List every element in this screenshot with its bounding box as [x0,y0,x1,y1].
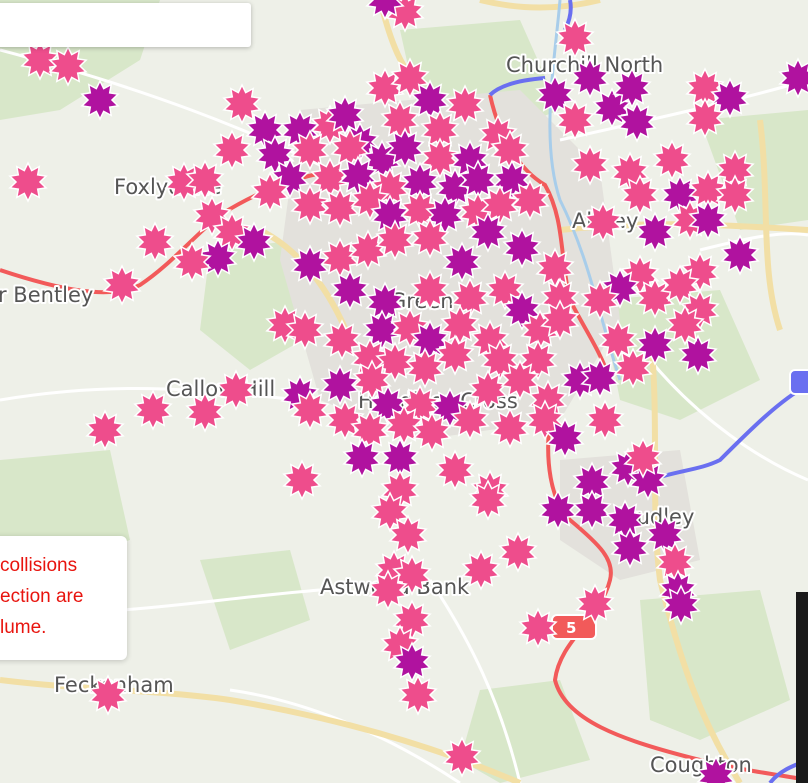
map-canvas[interactable]: 5 Churchill North Foxlydiate r Bentley G… [0,0,808,783]
info-panel: collisions ection are lume. [0,536,127,660]
road-shield: 5 [551,614,597,640]
info-line-3: lume. [0,617,47,638]
motorway-shield [789,369,808,395]
info-line-1: collisions [0,555,78,576]
right-edge-panel [796,592,808,783]
place-label-upper-bentley: r Bentley [0,283,93,307]
info-line-2: ection are [0,586,84,607]
svg-text:5: 5 [566,619,576,637]
search-box[interactable] [0,3,251,47]
place-label-callow-hill: Callow Hill [166,377,275,401]
